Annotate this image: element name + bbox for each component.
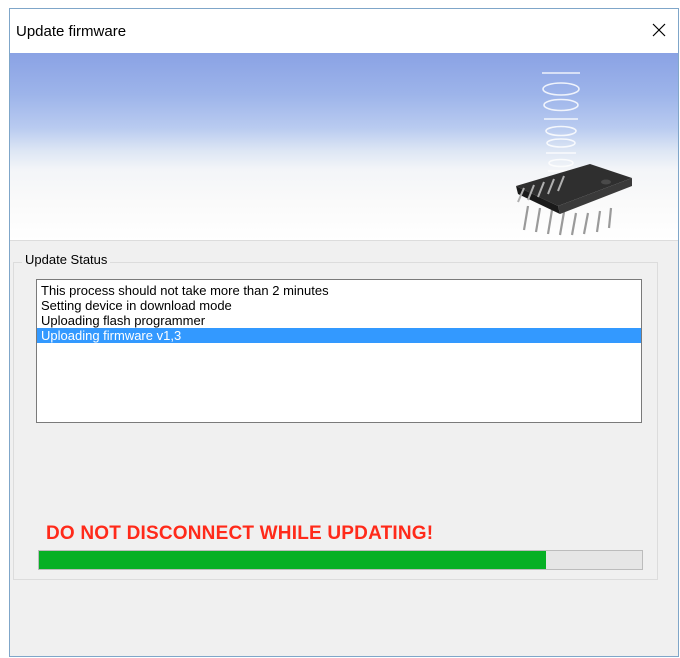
close-icon — [652, 23, 666, 37]
list-item[interactable]: Uploading firmware v1,3 — [37, 328, 641, 343]
list-item[interactable]: Setting device in download mode — [37, 298, 641, 313]
list-item[interactable]: This process should not take more than 2… — [37, 283, 641, 298]
window-title: Update firmware — [16, 23, 127, 40]
close-button[interactable] — [644, 15, 674, 45]
progress-fill — [39, 551, 546, 569]
title-bar[interactable]: Update firmware — [10, 9, 678, 53]
microchip-icon — [516, 164, 632, 236]
disconnect-warning: DO NOT DISCONNECT WHILE UPDATING! — [46, 523, 434, 544]
update-status-label: Update Status — [22, 252, 111, 267]
banner-image — [10, 53, 678, 241]
list-item[interactable]: Uploading flash programmer — [37, 313, 641, 328]
banner-divider — [10, 240, 678, 241]
update-progress-bar — [38, 550, 643, 570]
status-log-list[interactable]: This process should not take more than 2… — [36, 279, 642, 423]
